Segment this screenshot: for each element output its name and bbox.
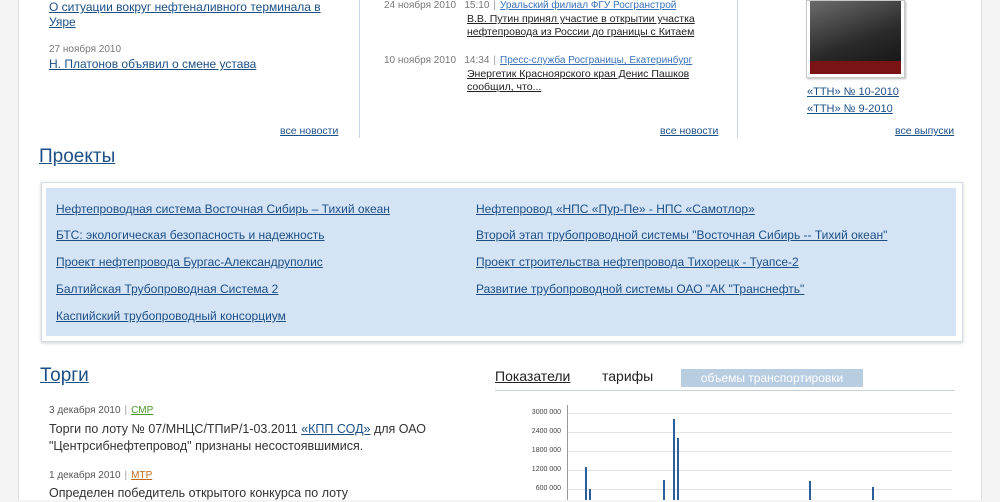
- tender-date: 3 декабря 2010: [49, 405, 121, 416]
- news-date: 27 ноября 2010: [49, 44, 122, 55]
- y-tick-label: 3000 000: [531, 409, 561, 416]
- tab-tariffs[interactable]: тарифы: [602, 368, 653, 384]
- news-text-link[interactable]: Энергетик Красноярского края Денис Пашко…: [467, 68, 689, 93]
- news-date: 24 ноября 2010: [384, 0, 457, 11]
- chart-bar: [673, 419, 675, 500]
- tender-category-link[interactable]: МТР: [131, 470, 152, 481]
- project-link[interactable]: Второй этап трубопроводной системы "Вост…: [476, 228, 887, 242]
- grid-line: [567, 413, 952, 414]
- tender-link[interactable]: «КПП СОД»: [301, 422, 370, 436]
- torgi-title[interactable]: Торги: [40, 365, 89, 387]
- all-issues-link[interactable]: все выпуски: [895, 125, 954, 137]
- news-meta: 10 ноября 2010 14:34 | Пресс-служба Росгра…: [384, 55, 693, 66]
- magazine-issue-link[interactable]: «ТТН» № 10-2010: [807, 86, 899, 98]
- news-date: 10 ноября 2010: [384, 55, 457, 66]
- chart-bar: [663, 479, 665, 500]
- news-link-uyar[interactable]: О ситуации вокруг нефтеналивного термина…: [49, 0, 349, 30]
- grid-line: [567, 451, 952, 452]
- grid-line: [567, 489, 952, 490]
- chart-bar: [677, 438, 679, 500]
- projects-panel: Нефтепроводная система Восточная Сибирь …: [46, 188, 956, 336]
- project-link[interactable]: Проект строительства нефтепровода Тихоре…: [476, 255, 799, 269]
- chart-bar: [585, 466, 587, 500]
- news-link-platonov[interactable]: Н. Платонов объявил о смене устава: [49, 57, 349, 72]
- news-text[interactable]: В.В. Путин принял участие в открытии уча…: [467, 13, 729, 39]
- indicators-tabs: Показатели тарифы объемы транспортировки: [495, 368, 955, 391]
- tab-indicators[interactable]: Показатели: [495, 368, 570, 384]
- project-link[interactable]: Нефтепровод «НПС «Пур-Пе» - НПС «Самотло…: [476, 202, 755, 216]
- magazine-cover-band: [810, 61, 901, 74]
- chart-bar: [809, 481, 811, 500]
- projects-title[interactable]: Проекты: [39, 146, 115, 168]
- column-divider: [359, 0, 360, 138]
- grid-line: [567, 432, 952, 433]
- news-source-link[interactable]: Уральский филиал ФГУ Росгранстрой: [500, 0, 676, 11]
- news-text-link[interactable]: В.В. Путин принял участие в открытии уча…: [467, 13, 695, 38]
- tender-text-part: Торги по лоту № 07/МНЦС/ТПиР/1-03.2011: [49, 422, 298, 436]
- grid-line: [567, 470, 952, 471]
- tab-transport-volumes[interactable]: объемы транспортировки: [681, 369, 863, 387]
- transport-volume-chart: 3000 000 2400 000 1800 000 1200 000 600 000: [495, 405, 955, 500]
- all-news-link[interactable]: все новости: [280, 125, 338, 137]
- page-content: О ситуации вокруг нефтеналивного термина…: [18, 0, 982, 500]
- project-link[interactable]: Проект нефтепровода Бургас-Александрупол…: [56, 255, 323, 269]
- y-tick-label: 600 000: [535, 485, 561, 492]
- project-link[interactable]: Нефтепроводная система Восточная Сибирь …: [56, 202, 390, 216]
- tender-text: Определен победитель открытого конкурса …: [49, 486, 348, 500]
- chart-bar: [589, 489, 591, 500]
- magazine-cover[interactable]: [806, 0, 905, 78]
- chart-bar: [872, 487, 874, 500]
- column-divider: [737, 0, 738, 138]
- projects-box: Нефтепроводная система Восточная Сибирь …: [41, 182, 963, 342]
- y-tick-label: 1200 000: [531, 466, 561, 473]
- project-link[interactable]: БТС: экологическая безопасность и надежн…: [56, 228, 324, 242]
- news-source-link[interactable]: Пресс-служба Росграницы, Екатеринбург: [500, 55, 692, 66]
- magazine-issue-link[interactable]: «ТТН» № 9-2010: [807, 103, 893, 115]
- news-text[interactable]: Энергетик Красноярского края Денис Пашко…: [467, 68, 729, 94]
- all-news-link[interactable]: все новости: [660, 125, 718, 137]
- project-link[interactable]: Балтийская Трубопроводная Система 2: [56, 282, 278, 296]
- tender-text: Торги по лоту № 07/МНЦС/ТПиР/1-03.2011 «…: [49, 421, 429, 455]
- news-time: 15:10: [464, 0, 490, 11]
- tender-meta: 3 декабря 2010 | СМР: [49, 405, 154, 416]
- project-link[interactable]: Каспийский трубопроводный консорциум: [56, 309, 286, 323]
- tender-date: 1 декабря 2010: [49, 470, 121, 481]
- y-axis-line: [567, 405, 568, 500]
- tender-meta: 1 декабря 2010 | МТР: [49, 470, 153, 481]
- y-tick-label: 1800 000: [531, 447, 561, 454]
- project-link[interactable]: Развитие трубопроводной системы ОАО "АК …: [476, 282, 804, 296]
- news-meta: 24 ноября 2010 15:10 | Уральский филиал ФГ…: [384, 0, 677, 11]
- news-time: 14:34: [464, 55, 490, 66]
- tender-category-link[interactable]: СМР: [131, 405, 153, 416]
- y-tick-label: 2400 000: [531, 428, 561, 435]
